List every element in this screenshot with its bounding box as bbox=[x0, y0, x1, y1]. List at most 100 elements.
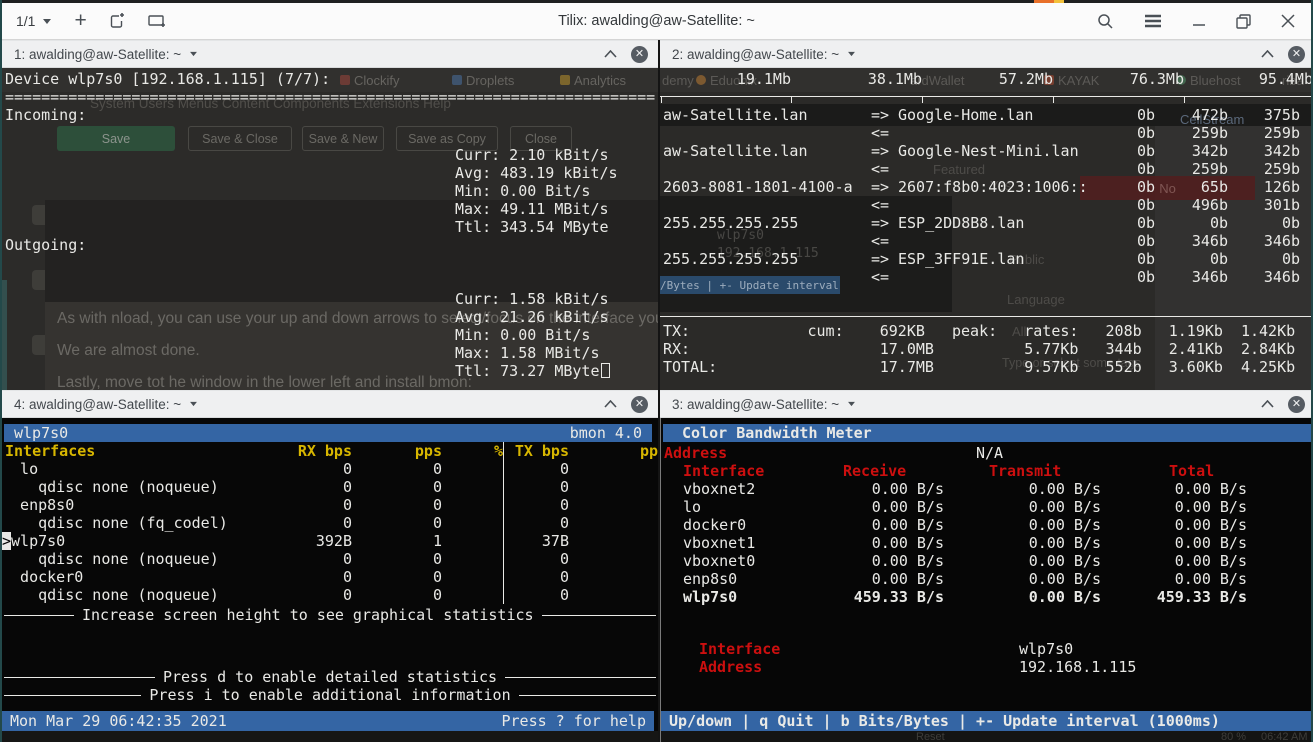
iftop-connections-table: aw-Satellite.lan => Google-Home.lan 0b 4… bbox=[660, 106, 1313, 286]
pane-1-title-button[interactable]: 1: awalding@aw-Satellite: ~ bbox=[14, 41, 198, 67]
restore-button[interactable] bbox=[1236, 14, 1251, 29]
cbm-keybindings: Up/down | q Quit | b Bits/Bytes | +- Upd… bbox=[669, 711, 1220, 731]
terminal-pane-4-bmon[interactable]: wlp7s0 bmon 4.0 Interfaces RX bps pps % … bbox=[2, 418, 658, 742]
pane-2-close-button[interactable]: ✕ bbox=[1288, 46, 1305, 63]
pane-3-title-button[interactable]: 3: awalding@aw-Satellite: ~ bbox=[672, 391, 856, 417]
iftop-rate-40s: 342b bbox=[1228, 142, 1300, 160]
iftop-src-host: aw-Satellite.lan bbox=[663, 142, 871, 160]
bmon-interface-name: qdisc none (noqueue) bbox=[2, 550, 287, 568]
cbm-total-rate: 459.33 B/s bbox=[1101, 588, 1247, 606]
add-terminal-right-icon[interactable] bbox=[109, 13, 126, 30]
ghost-bookmark: demy bbox=[662, 73, 694, 88]
cbm-transmit-rate: 0.00 B/s bbox=[944, 570, 1101, 588]
bmon-interface-name: >wlp7s0 bbox=[2, 532, 287, 550]
iftop-scale-label: 76.3Mb bbox=[1130, 70, 1184, 88]
pane-3-maximize-icon[interactable] bbox=[1261, 400, 1274, 408]
iftop-footer-separator bbox=[660, 316, 1313, 317]
iftop-dst-host bbox=[898, 196, 1113, 214]
minimize-button[interactable] bbox=[1192, 15, 1206, 27]
cbm-total-rate: 0.00 B/s bbox=[1101, 516, 1247, 534]
bmon-rx-pps: 0 bbox=[352, 514, 442, 532]
pane-2-title-button[interactable]: 2: awalding@aw-Satellite: ~ bbox=[672, 41, 856, 67]
chevron-down-icon bbox=[189, 401, 198, 407]
bmon-tx-bps: 37B bbox=[504, 532, 569, 550]
nload-stat-line: Max: 1.58 MBit/s bbox=[455, 344, 610, 362]
iftop-dst-host: Google-Home.lan bbox=[898, 106, 1113, 124]
bmon-tx-bps: 0 bbox=[504, 550, 569, 568]
iftop-direction-arrow: <= bbox=[871, 160, 898, 178]
iftop-direction-arrow: => bbox=[871, 106, 898, 124]
bmon-tx-bps: 0 bbox=[504, 568, 569, 586]
menu-icon[interactable] bbox=[1144, 14, 1162, 28]
pane-4-close-button[interactable]: ✕ bbox=[631, 396, 648, 413]
nload-stat-line: Ttl: 343.54 MByte bbox=[455, 218, 618, 236]
chevron-down-icon bbox=[42, 18, 52, 25]
iftop-rate-40s: 0b bbox=[1228, 250, 1300, 268]
bmon-interface-name: qdisc none (noqueue) bbox=[2, 586, 287, 604]
cbm-receive-rate: 0.00 B/s bbox=[844, 552, 944, 570]
bmon-percent bbox=[442, 496, 504, 514]
nload-incoming-label: Incoming: bbox=[5, 106, 86, 124]
iftop-rate-10s: 496b bbox=[1155, 196, 1228, 214]
tilix-window: 1/1 + Tilix: awalding@aw-Satellite: ~ bbox=[0, 0, 1313, 742]
ghost-scrollbar bbox=[2, 280, 7, 390]
new-session-button[interactable]: + bbox=[74, 9, 86, 33]
iftop-rate-2s: 0b bbox=[1113, 142, 1155, 160]
pane-3-close-button[interactable]: ✕ bbox=[1288, 396, 1305, 413]
bmon-hint-text: Press d to enable detailed statistics bbox=[163, 668, 497, 686]
bmon-statusbar: Mon Mar 29 06:42:35 2021 Press ? for hel… bbox=[2, 711, 654, 731]
bmon-tx-bps: 0 bbox=[504, 514, 569, 532]
session-switcher[interactable]: 1/1 bbox=[16, 13, 52, 29]
pane-2-maximize-icon[interactable] bbox=[1261, 50, 1274, 58]
iftop-rate-40s: 346b bbox=[1228, 268, 1300, 286]
iftop-scale-tick bbox=[791, 96, 792, 103]
terminal-pane-1-nload[interactable]: Clockify Droplets Analytics System Users… bbox=[2, 68, 658, 390]
iftop-dst-host: Google-Nest-Mini.lan bbox=[898, 142, 1113, 160]
iftop-rate-2s: 0b bbox=[1113, 268, 1155, 286]
nload-stat-line: Ttl: 73.27 MByte bbox=[455, 362, 610, 380]
bmon-header-pps2: pp bbox=[569, 442, 658, 460]
iftop-direction-arrow: => bbox=[871, 214, 898, 232]
iftop-footer-total: TOTAL: 17.7MB 9.57Kb 552b 3.60Kb 4.25Kb bbox=[663, 358, 1295, 376]
close-button[interactable] bbox=[1281, 14, 1295, 28]
iftop-src-host: 2603-8081-1801-4100-a bbox=[663, 178, 871, 196]
bmon-interface-name: enp8s0 bbox=[2, 496, 287, 514]
pane-1-close-button[interactable]: ✕ bbox=[631, 46, 648, 63]
bmon-rx-bps: 0 bbox=[287, 460, 352, 478]
bmon-selected-interface: wlp7s0 bbox=[14, 424, 68, 442]
nload-separator: ========================================… bbox=[5, 88, 655, 106]
bmon-notice-text: Increase screen height to see graphical … bbox=[82, 606, 534, 624]
iftop-rate-40s: 259b bbox=[1228, 124, 1300, 142]
bmon-titlebar: wlp7s0 bmon 4.0 bbox=[4, 424, 652, 442]
iftop-dst-host bbox=[898, 160, 1113, 178]
bmon-tx-bps: 0 bbox=[504, 460, 569, 478]
bmon-percent bbox=[442, 532, 504, 550]
cbm-receive-rate: 0.00 B/s bbox=[844, 534, 944, 552]
pane-1-maximize-icon[interactable] bbox=[604, 50, 617, 58]
iftop-rate-40s: 126b bbox=[1228, 178, 1300, 196]
iftop-rate-2s: 0b bbox=[1113, 250, 1155, 268]
iftop-direction-arrow: <= bbox=[871, 232, 898, 250]
iftop-rate-10s: 472b bbox=[1155, 106, 1228, 124]
add-terminal-down-icon[interactable] bbox=[148, 14, 167, 29]
chevron-down-icon bbox=[189, 51, 198, 57]
bmon-version: bmon 4.0 bbox=[570, 424, 642, 442]
terminal-pane-2-iftop[interactable]: demy Eduonix ardWallet KAYAK Bluehost ri… bbox=[660, 68, 1313, 390]
pane-4-maximize-icon[interactable] bbox=[604, 400, 617, 408]
iftop-rate-2s: 0b bbox=[1113, 160, 1155, 178]
iftop-rate-40s: 301b bbox=[1228, 196, 1300, 214]
ghost-taskbar-time: 06:42 AM bbox=[1261, 731, 1307, 742]
search-icon[interactable] bbox=[1097, 13, 1114, 30]
bmon-tx-pps bbox=[569, 550, 658, 568]
bmon-interface-name: qdisc none (noqueue) bbox=[2, 478, 287, 496]
iftop-direction-arrow: <= bbox=[871, 268, 898, 286]
cbm-transmit-rate: 0.00 B/s bbox=[944, 552, 1101, 570]
bmon-percent bbox=[442, 478, 504, 496]
nload-stat-line: Min: 0.00 Bit/s bbox=[455, 182, 618, 200]
terminal-pane-3-cbm[interactable]: Color Bandwidth Meter Address N/A Interf… bbox=[660, 418, 1313, 742]
bmon-tx-pps bbox=[569, 532, 658, 550]
bmon-header-interfaces: Interfaces bbox=[2, 442, 287, 460]
cbm-receive-rate: 0.00 B/s bbox=[844, 516, 944, 534]
pane-4-title-button[interactable]: 4: awalding@aw-Satellite: ~ bbox=[14, 391, 198, 417]
iftop-rate-40s: 259b bbox=[1228, 160, 1300, 178]
